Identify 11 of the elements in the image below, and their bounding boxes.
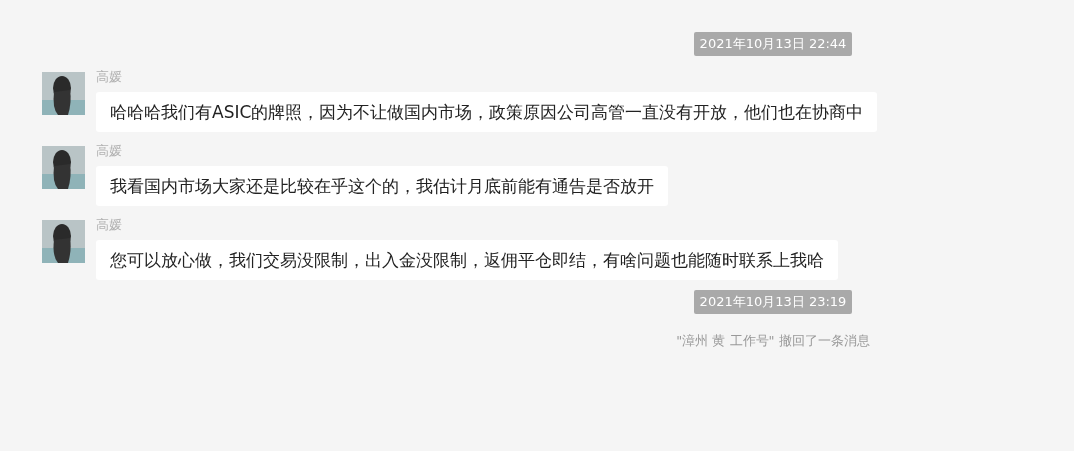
avatar[interactable]: [42, 146, 85, 189]
message-bubble: 哈哈哈我们有ASIC的牌照，因为不让做国内市场，政策原因公司高管一直没有开放，他们也在协商中: [96, 92, 878, 132]
timestamp: 2021年10月13日 22:44: [693, 32, 853, 56]
avatar[interactable]: [42, 72, 85, 115]
sender-name: 高媛: [96, 142, 122, 160]
sender-name: 高媛: [96, 216, 122, 234]
message-bubble: 我看国内市场大家还是比较在乎这个的，我估计月底前能有通告是否放开: [96, 166, 668, 206]
avatar[interactable]: [42, 220, 85, 263]
sender-name: 高媛: [96, 68, 122, 86]
message-bubble: 您可以放心做，我们交易没限制，出入金没限制，返佣平仓即结，有啥问题也能随时联系上我哈: [96, 240, 838, 280]
timestamp: 2021年10月13日 23:19: [693, 290, 853, 314]
